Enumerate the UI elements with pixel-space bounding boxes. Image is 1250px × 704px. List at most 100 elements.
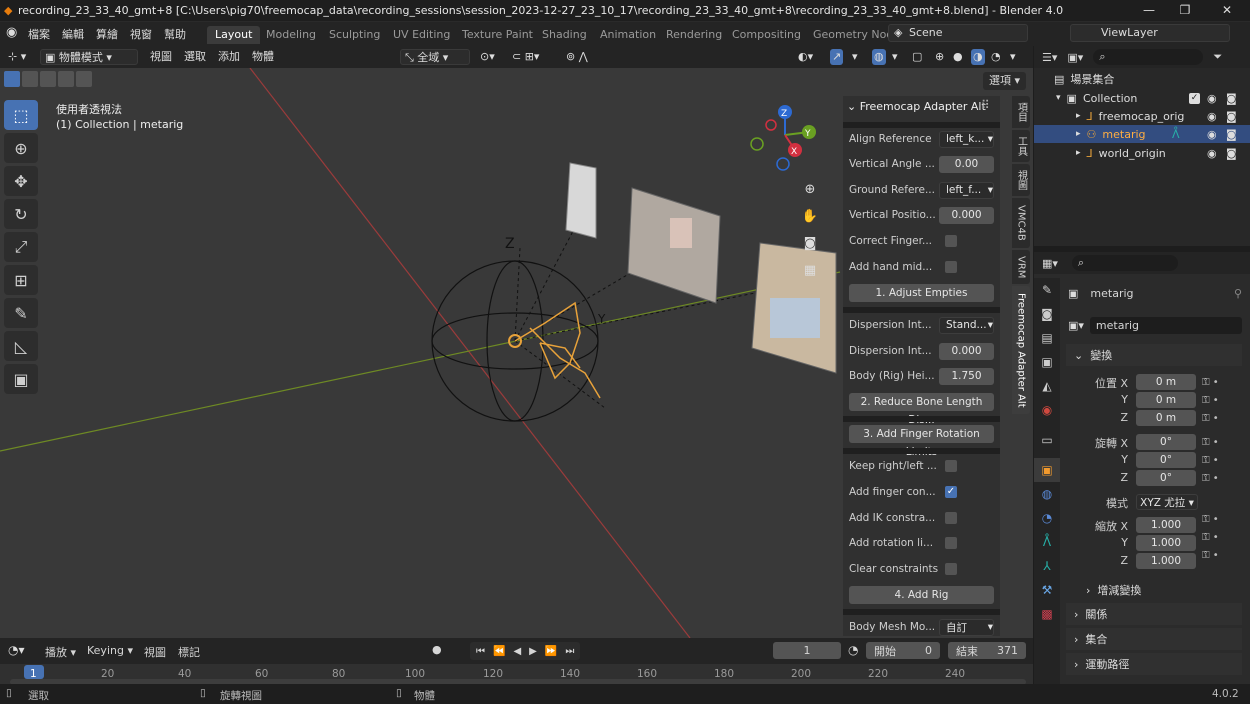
next-keyframe-icon[interactable]: ⏩ <box>545 646 557 657</box>
visibility-eye-icon[interactable]: ◉ <box>1207 128 1217 141</box>
lock-icon[interactable]: ⚿ • <box>1202 547 1242 565</box>
select-new-icon[interactable] <box>4 71 20 87</box>
tab-item[interactable]: 項目 <box>1012 96 1030 128</box>
timeline-editor-icon[interactable]: ◔▾ <box>8 643 25 657</box>
menu-render[interactable]: 算繪 <box>96 26 118 42</box>
scene-selector[interactable]: Scene <box>888 24 1028 42</box>
shading-rendered-icon[interactable]: ◔ <box>991 49 1001 65</box>
reduce-bone-length-button[interactable]: 2. Reduce Bone Length Dis... <box>849 393 994 426</box>
start-frame-field[interactable]: 開始 0 <box>866 642 940 659</box>
current-frame-field[interactable]: 1 <box>773 642 841 659</box>
render-camera-icon[interactable]: ◙ <box>1226 110 1237 123</box>
prev-keyframe-icon[interactable]: ⏪ <box>493 646 505 657</box>
zoom-icon[interactable]: ⊕ <box>797 176 823 202</box>
outliner-editor-icon[interactable]: ☰▾ <box>1042 51 1057 64</box>
marker-menu[interactable]: 標記 <box>178 644 200 660</box>
tab-layout[interactable]: Layout <box>207 26 261 44</box>
timeline-view-menu[interactable]: 視圖 <box>144 644 166 660</box>
render-tab-icon[interactable]: ◙ <box>1034 302 1060 326</box>
vertical-position-field[interactable]: 0.000 <box>939 206 994 224</box>
adjust-empties-button[interactable]: 1. Adjust Empties <box>849 284 994 302</box>
pan-hand-icon[interactable]: ✋ <box>797 203 823 229</box>
add-finger-constraints-checkbox[interactable]: ✓ <box>945 486 957 498</box>
tab-shading[interactable]: Shading <box>534 26 595 44</box>
snap-icon[interactable]: ⊂ ⊞▾ <box>512 49 539 65</box>
tab-vmc4b[interactable]: VMC4B <box>1012 198 1030 248</box>
tab-tool[interactable]: 工具 <box>1012 130 1030 162</box>
body-height-field[interactable]: 1.750 <box>939 367 994 385</box>
scale-x-field[interactable]: 1.000 <box>1136 517 1196 533</box>
record-icon[interactable]: ● <box>432 643 442 656</box>
properties-editor-icon[interactable]: ▦▾ <box>1042 257 1058 270</box>
rotation-y-field[interactable]: 0° <box>1136 452 1196 468</box>
armature-data-icon[interactable]: ᐰ <box>1172 128 1180 141</box>
shading-material-icon[interactable]: ◑ <box>971 49 985 65</box>
scale-z-field[interactable]: 1.000 <box>1136 553 1196 569</box>
drag-handle-icon[interactable]: ⠿ <box>981 98 990 112</box>
maximize-button[interactable]: ❐ <box>1168 0 1202 22</box>
transform-icon[interactable]: ⊞ <box>4 265 38 295</box>
body-mesh-mode-dropdown[interactable]: 自訂 ▾ <box>939 618 994 636</box>
delta-transform-header[interactable]: › 增減變換 <box>1086 582 1141 598</box>
options-dropdown[interactable]: 選項 ▾ <box>983 72 1027 90</box>
tab-view[interactable]: 視圖 <box>1012 164 1030 196</box>
add-ik-constraints-checkbox[interactable] <box>945 512 957 524</box>
visibility-eye-icon[interactable]: ◉ <box>1207 147 1217 160</box>
outliner-scene-collection[interactable]: ▤ 場景集合 <box>1034 70 1250 88</box>
collection-tab-icon[interactable]: ▭ <box>1034 428 1060 452</box>
proportional-edit-icon[interactable]: ⊚ ⋀ <box>566 49 588 65</box>
menu-help[interactable]: 幫助 <box>164 26 186 42</box>
minimize-button[interactable]: — <box>1132 0 1166 22</box>
shading-wireframe-icon[interactable]: ⊕ <box>935 49 944 65</box>
menu-file[interactable]: 檔案 <box>28 26 50 42</box>
overlay-dropdown-icon[interactable]: ▾ <box>892 49 898 65</box>
lock-icon[interactable]: ⚿ • <box>1202 452 1242 470</box>
location-x-field[interactable]: 0 m <box>1136 374 1196 390</box>
rotate-icon[interactable]: ↻ <box>4 199 38 229</box>
add-cube-icon[interactable]: ▣ <box>4 364 38 394</box>
scale-y-field[interactable]: 1.000 <box>1136 535 1196 551</box>
location-z-field[interactable]: 0 m <box>1136 410 1196 426</box>
editor-type-icon[interactable]: ⊹ ▾ <box>8 49 26 65</box>
end-frame-field[interactable]: 結束 371 <box>948 642 1026 659</box>
xray-icon[interactable]: ▢ <box>912 49 922 65</box>
play-reverse-icon[interactable]: ◀ <box>513 646 521 657</box>
select-extend-icon[interactable] <box>22 71 38 87</box>
scale-icon[interactable]: ⤢ <box>4 232 38 262</box>
lock-icon[interactable]: ⚿ • <box>1202 392 1242 410</box>
gizmo-toggle-icon[interactable]: ↗ <box>830 49 844 65</box>
transform-orientation[interactable]: ⤡ 全域 ▾ <box>400 49 470 65</box>
tab-sculpting[interactable]: Sculpting <box>321 26 388 44</box>
add-hand-middle-checkbox[interactable] <box>945 261 957 273</box>
render-camera-icon[interactable]: ◙ <box>1226 147 1237 160</box>
outliner-collection[interactable]: ▾ ▣ Collection ✓ ◉ ◙ <box>1034 89 1250 107</box>
navigation-gizmo[interactable]: Z Y X <box>745 100 825 175</box>
motion-paths-panel-header[interactable]: › 運動路徑 <box>1066 653 1242 675</box>
lock-icon[interactable]: ⚿ • <box>1202 374 1242 392</box>
cursor-icon[interactable]: ⊕ <box>4 133 38 163</box>
relations-panel-header[interactable]: › 關係 <box>1066 603 1242 625</box>
menu-object[interactable]: 物體 <box>252 49 274 65</box>
camera-view-icon[interactable]: ◙ <box>797 230 823 256</box>
move-icon[interactable]: ✥ <box>4 166 38 196</box>
menu-select[interactable]: 選取 <box>184 49 206 65</box>
ground-reference-dropdown[interactable]: left_f... ▾ <box>939 181 994 199</box>
outliner-item-metarig[interactable]: ▸ ⚇ metarig ᐰ ◉ ◙ <box>1034 125 1250 143</box>
stopwatch-icon[interactable]: ◔ <box>848 643 858 657</box>
modifier-tab-icon[interactable]: ◍ <box>1034 482 1060 506</box>
expand-arrow-icon[interactable]: ▸ <box>1076 129 1081 139</box>
shading-dropdown-icon[interactable]: ▾ <box>1010 49 1016 65</box>
measure-icon[interactable]: ◺ <box>4 331 38 361</box>
properties-search-icon[interactable]: ⌕ <box>1071 255 1178 271</box>
tab-modeling[interactable]: Modeling <box>258 26 324 44</box>
menu-window[interactable]: 視窗 <box>130 26 152 42</box>
mode-selector[interactable]: ▣ 物體模式 ▾ <box>40 49 138 65</box>
outliner-item-freemocap-orig[interactable]: ▸ ⅃ freemocap_orig ◉ ◙ <box>1034 107 1250 125</box>
tab-geometry-nodes[interactable]: Geometry Noc <box>805 26 900 44</box>
select-invert-icon[interactable] <box>58 71 74 87</box>
select-intersect-icon[interactable] <box>76 71 92 87</box>
tab-rendering[interactable]: Rendering <box>658 26 730 44</box>
panel-header[interactable]: ⌄ Freemocap Adapter Alt <box>847 100 986 113</box>
expand-arrow-icon[interactable]: ▸ <box>1076 148 1081 158</box>
bone-tab-icon[interactable]: ⚒ <box>1034 578 1060 602</box>
